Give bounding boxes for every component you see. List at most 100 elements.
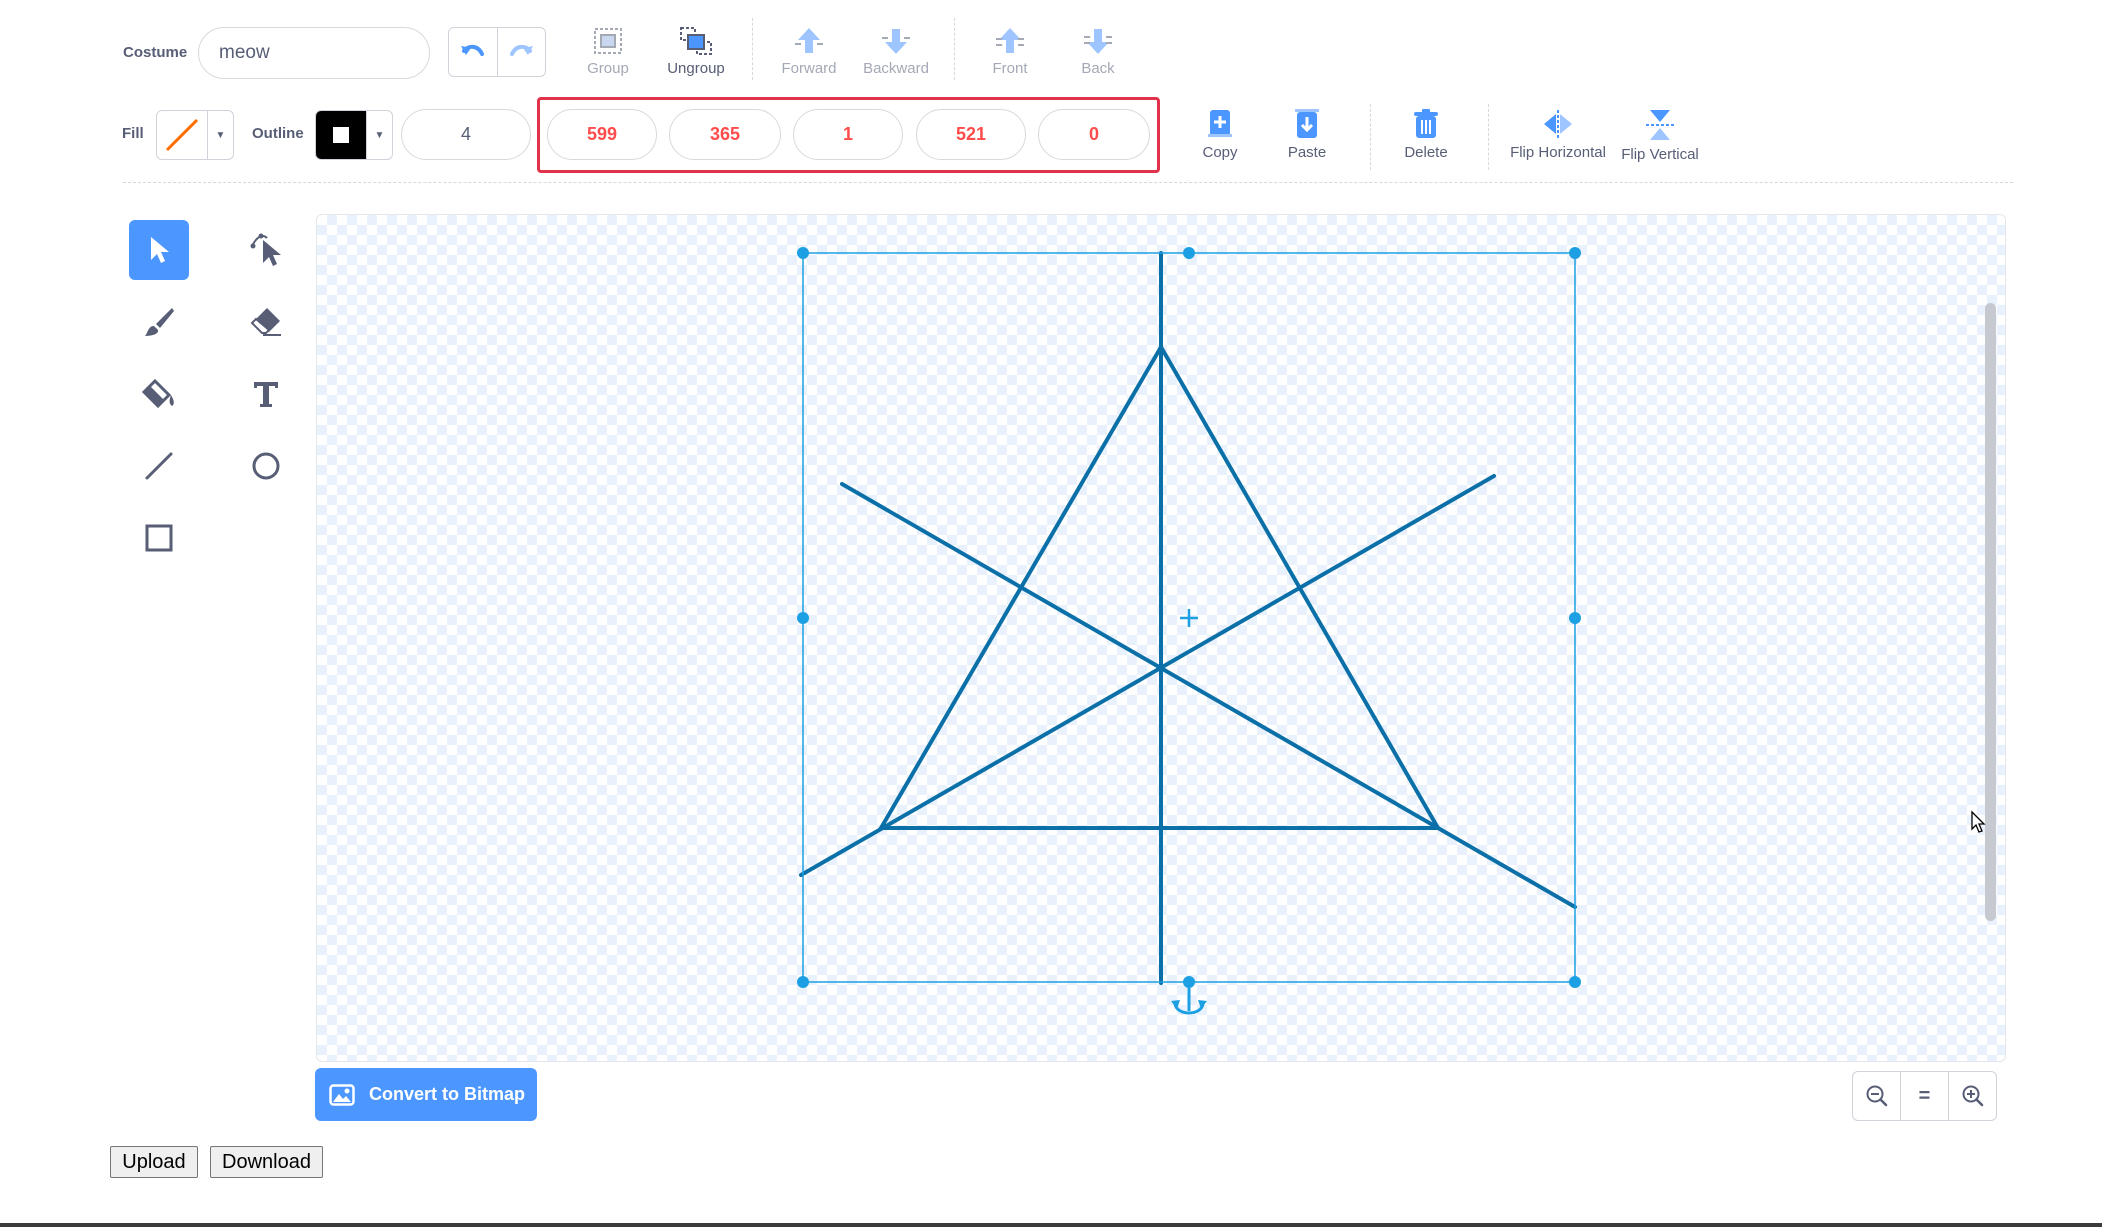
resize-handle-bottom-right[interactable] [1569, 976, 1581, 988]
front-button[interactable]: Front [984, 26, 1036, 77]
group-icon [594, 28, 622, 54]
text-tool-button[interactable] [236, 364, 296, 424]
zoom-out-icon [1866, 1085, 1887, 1107]
delete-button[interactable]: Delete [1397, 108, 1455, 161]
trash-icon [1414, 109, 1438, 138]
costume-name-value: meow [219, 42, 270, 63]
page-bottom-border [0, 1223, 2102, 1227]
outline-color-picker[interactable]: ▼ [315, 110, 393, 160]
forward-button[interactable]: Forward [774, 26, 844, 77]
copy-label: Copy [1202, 144, 1238, 161]
flip-vertical-icon [1646, 110, 1674, 140]
coord-field-2-value: 365 [709, 124, 741, 144]
fill-tool-button[interactable] [129, 364, 189, 424]
outline-swatch[interactable] [316, 111, 367, 159]
resize-handle-top-left[interactable] [797, 247, 809, 259]
drawing-svg[interactable] [317, 215, 2006, 1062]
undo-redo-group [448, 27, 546, 77]
flip-vertical-label: Flip Vertical [1621, 146, 1699, 163]
costume-label: Costume [123, 44, 188, 61]
selection-box[interactable] [797, 247, 1581, 1015]
diagonal-line-right[interactable] [799, 474, 1496, 877]
forward-arrow-icon [795, 28, 823, 53]
reshape-icon [250, 233, 281, 266]
zoom-reset-symbol: = [1918, 1084, 1931, 1107]
flip-vertical-button[interactable]: Flip Vertical [1619, 108, 1701, 163]
resize-handle-right[interactable] [1569, 612, 1581, 624]
paste-button[interactable]: Paste [1281, 108, 1333, 161]
outline-label: Outline [252, 125, 304, 142]
image-icon [329, 1083, 355, 1106]
no-fill-slash-icon [165, 118, 199, 152]
divider [752, 18, 753, 80]
forward-label: Forward [781, 60, 837, 77]
coord-field-4[interactable]: 521 [916, 109, 1026, 160]
download-button[interactable]: Download [210, 1146, 323, 1178]
fill-label: Fill [122, 125, 144, 142]
eraser-icon [250, 308, 281, 336]
costume-name-input[interactable]: meow [198, 27, 430, 79]
resize-handle-top-right[interactable] [1569, 247, 1581, 259]
zoom-in-icon [1962, 1085, 1983, 1107]
paste-icon [1295, 109, 1319, 138]
redo-button[interactable] [498, 28, 546, 76]
eraser-tool-button[interactable] [236, 292, 296, 352]
text-icon [254, 382, 278, 407]
back-arrow-icon [1084, 29, 1112, 54]
fill-color-picker[interactable]: ▼ [156, 110, 234, 160]
select-icon [151, 237, 169, 263]
center-crosshair-icon[interactable] [1180, 609, 1198, 627]
back-button[interactable]: Back [1072, 26, 1124, 77]
resize-handle-bottom[interactable] [1183, 976, 1195, 988]
resize-handle-top[interactable] [1183, 247, 1195, 259]
flip-horizontal-icon [1544, 110, 1572, 138]
fill-swatch[interactable] [157, 111, 208, 159]
zoom-in-button[interactable] [1949, 1072, 1996, 1120]
group-button[interactable]: Group [580, 26, 636, 77]
delete-label: Delete [1404, 144, 1448, 161]
reshape-tool-button[interactable] [236, 220, 296, 280]
undo-button[interactable] [449, 28, 498, 76]
resize-handle-bottom-left[interactable] [797, 976, 809, 988]
canvas-scrollbar[interactable] [1985, 303, 1996, 921]
group-label: Group [587, 60, 629, 77]
select-tool-button[interactable] [129, 220, 189, 280]
ungroup-button[interactable]: Ungroup [664, 26, 728, 77]
zoom-reset-button[interactable]: = [1901, 1072, 1949, 1120]
fill-dropdown-arrow-icon[interactable]: ▼ [208, 111, 233, 159]
divider [954, 18, 955, 80]
convert-to-bitmap-button[interactable]: Convert to Bitmap [315, 1068, 537, 1121]
line-tool-button[interactable] [129, 436, 189, 496]
paint-canvas[interactable] [316, 214, 2006, 1062]
back-label: Back [1081, 60, 1115, 77]
paste-label: Paste [1287, 144, 1327, 161]
flip-horizontal-button[interactable]: Flip Horizontal [1506, 108, 1610, 161]
coord-field-5-value: 0 [1088, 124, 1099, 144]
resize-handle-left[interactable] [797, 612, 809, 624]
zoom-out-button[interactable] [1853, 1072, 1901, 1120]
copy-button[interactable]: Copy [1196, 108, 1244, 161]
diagonal-line-left[interactable] [840, 482, 1577, 909]
copy-icon [1208, 110, 1232, 137]
coord-field-1[interactable]: 599 [547, 109, 657, 160]
coord-field-4-value: 521 [955, 124, 987, 144]
brush-tool-button[interactable] [129, 292, 189, 352]
outline-dropdown-arrow-icon[interactable]: ▼ [367, 111, 392, 159]
coord-field-5[interactable]: 0 [1038, 109, 1150, 160]
divider [1488, 104, 1489, 170]
upload-button[interactable]: Upload [110, 1146, 198, 1178]
coord-field-2[interactable]: 365 [669, 109, 781, 160]
rectangle-tool-button[interactable] [129, 508, 189, 568]
line-icon [145, 452, 173, 480]
backward-button[interactable]: Backward [858, 26, 934, 77]
flip-horizontal-label: Flip Horizontal [1510, 144, 1606, 161]
circle-tool-button[interactable] [236, 436, 296, 496]
rectangle-icon [145, 524, 173, 552]
outline-width-input[interactable]: 4 [401, 109, 531, 160]
redo-icon [510, 44, 534, 56]
coord-field-3-value: 1 [842, 124, 853, 144]
rotate-handle-icon[interactable] [1171, 988, 1207, 1015]
coord-field-3[interactable]: 1 [793, 109, 903, 160]
front-label: Front [992, 60, 1028, 77]
fill-bucket-icon [141, 378, 174, 409]
